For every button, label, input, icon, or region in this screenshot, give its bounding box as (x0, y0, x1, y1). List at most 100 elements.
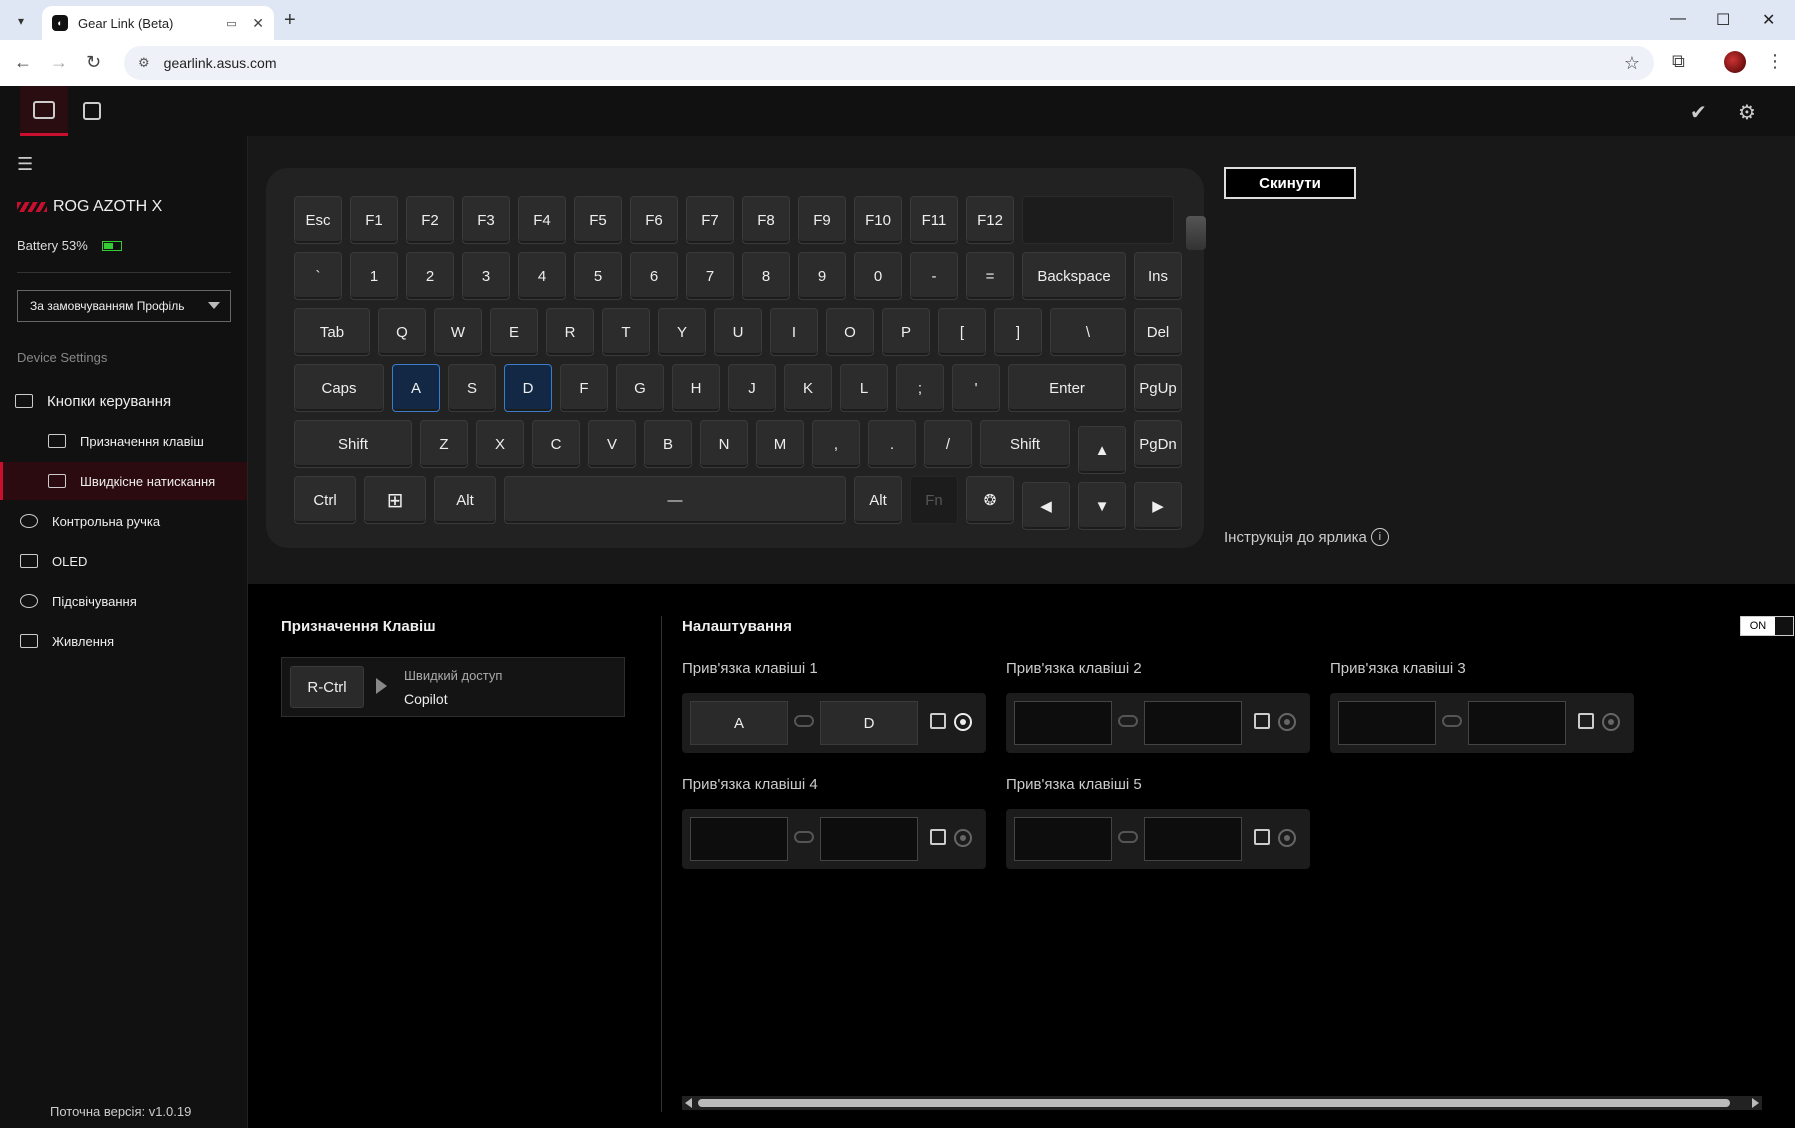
key-pgdn[interactable]: PgDn (1134, 420, 1182, 468)
key-[interactable]: / (924, 420, 972, 468)
key-[interactable]: [ (938, 308, 986, 356)
key-7[interactable]: 7 (686, 252, 734, 300)
extensions-icon[interactable]: ⧉ (1672, 51, 1685, 72)
key-[interactable]: ▶ (1134, 482, 1182, 530)
edit-icon[interactable] (1578, 713, 1594, 729)
key-[interactable]: ` (294, 252, 342, 300)
reset-binding-icon[interactable] (1278, 829, 1296, 847)
key-i[interactable]: I (770, 308, 818, 356)
key-[interactable]: - (910, 252, 958, 300)
browser-menu-icon[interactable]: ⋮ (1766, 51, 1784, 72)
key-f3[interactable]: F3 (462, 196, 510, 244)
horizontal-scrollbar[interactable] (682, 1096, 1762, 1110)
key-0[interactable]: 0 (854, 252, 902, 300)
info-icon[interactable]: i (1370, 528, 1389, 546)
tab-search-icon[interactable]: ▾ (8, 8, 34, 34)
binding-key-a[interactable] (1014, 817, 1112, 861)
key-f[interactable]: F (560, 364, 608, 412)
key-alt[interactable]: Alt (434, 476, 496, 524)
window-close-icon[interactable]: ✕ (1762, 10, 1775, 30)
key-t[interactable]: T (602, 308, 650, 356)
shortcut-instruction[interactable]: Інструкція до ярлика i (1224, 528, 1389, 546)
edit-icon[interactable] (1254, 713, 1270, 729)
key-[interactable]: ] (994, 308, 1042, 356)
key-q[interactable]: Q (378, 308, 426, 356)
reset-button[interactable]: Скинути (1224, 167, 1356, 199)
sidebar-item-knob[interactable]: Контрольна ручка (0, 502, 247, 540)
key-m[interactable]: M (756, 420, 804, 468)
key-ins[interactable]: Ins (1134, 252, 1182, 300)
device-tab[interactable] (20, 86, 68, 136)
key-enter[interactable]: Enter (1008, 364, 1126, 412)
key-s[interactable]: S (448, 364, 496, 412)
key-g[interactable]: G (616, 364, 664, 412)
scroll-thumb[interactable] (698, 1099, 1730, 1107)
profile-avatar[interactable] (1724, 51, 1746, 73)
key-[interactable]: \ (1050, 308, 1126, 356)
control-knob[interactable] (1186, 216, 1206, 250)
key-1[interactable]: 1 (350, 252, 398, 300)
bookmark-star-icon[interactable]: ☆ (1624, 53, 1640, 74)
key-f11[interactable]: F11 (910, 196, 958, 244)
key-[interactable]: ▼ (1078, 482, 1126, 530)
key-f7[interactable]: F7 (686, 196, 734, 244)
windows-key-icon[interactable]: ⊞ (364, 476, 426, 524)
hamburger-menu-icon[interactable]: ☰ (17, 154, 33, 175)
minimize-icon[interactable]: — (1670, 10, 1686, 28)
profile-select[interactable]: За замовчуванням Профіль (17, 290, 231, 322)
address-bar[interactable]: ⚙ gearlink.asus.com ☆ (124, 46, 1654, 80)
key-h[interactable]: H (672, 364, 720, 412)
binding-key-b[interactable]: D (820, 701, 918, 745)
reload-icon[interactable]: ↻ (86, 52, 101, 73)
reset-binding-icon[interactable] (1602, 713, 1620, 731)
key-o[interactable]: O (826, 308, 874, 356)
key-del[interactable]: Del (1134, 308, 1182, 356)
key-3[interactable]: 3 (462, 252, 510, 300)
binding-key-b[interactable] (1468, 701, 1566, 745)
copilot-key-icon[interactable]: ❂ (966, 476, 1014, 524)
new-tab-icon[interactable]: + (284, 9, 296, 32)
assign-entry[interactable]: R-Ctrl Швидкий доступ Copilot (281, 657, 625, 717)
settings-gear-icon[interactable]: ⚙ (1738, 100, 1756, 125)
key-x[interactable]: X (476, 420, 524, 468)
key-caps[interactable]: Caps (294, 364, 384, 412)
key-[interactable]: — (504, 476, 846, 524)
binding-key-b[interactable] (1144, 701, 1242, 745)
maximize-icon[interactable]: ☐ (1716, 10, 1730, 30)
close-icon[interactable]: ✕ (252, 15, 264, 32)
binding-key-a[interactable]: A (690, 701, 788, 745)
update-check-icon[interactable]: ✔ (1690, 100, 1707, 125)
sidebar-item-key-assignment[interactable]: Призначення клавіш (0, 422, 247, 460)
sidebar-item-power[interactable]: Живлення (0, 622, 247, 660)
key-f12[interactable]: F12 (966, 196, 1014, 244)
key-a[interactable]: A (392, 364, 440, 412)
key-r[interactable]: R (546, 308, 594, 356)
key-k[interactable]: K (784, 364, 832, 412)
key-f10[interactable]: F10 (854, 196, 902, 244)
key-f9[interactable]: F9 (798, 196, 846, 244)
key-[interactable]: ▲ (1078, 426, 1126, 474)
key-backspace[interactable]: Backspace (1022, 252, 1126, 300)
binding-key-a[interactable] (1338, 701, 1436, 745)
key-shift[interactable]: Shift (294, 420, 412, 468)
key-[interactable]: . (868, 420, 916, 468)
key-f8[interactable]: F8 (742, 196, 790, 244)
rapid-trigger-toggle[interactable]: ON (1740, 616, 1794, 636)
binding-key-a[interactable] (1014, 701, 1112, 745)
reset-binding-icon[interactable] (954, 713, 972, 731)
key-fn[interactable]: Fn (910, 476, 958, 524)
binding-key-b[interactable] (820, 817, 918, 861)
binding-key-b[interactable] (1144, 817, 1242, 861)
back-icon[interactable]: ← (14, 52, 32, 73)
key-5[interactable]: 5 (574, 252, 622, 300)
key-9[interactable]: 9 (798, 252, 846, 300)
key-f6[interactable]: F6 (630, 196, 678, 244)
key-w[interactable]: W (434, 308, 482, 356)
key-e[interactable]: E (490, 308, 538, 356)
key-4[interactable]: 4 (518, 252, 566, 300)
sidebar-item-controls[interactable]: Кнопки керування (0, 382, 247, 420)
key-[interactable]: ◀ (1022, 482, 1070, 530)
key-j[interactable]: J (728, 364, 776, 412)
key-n[interactable]: N (700, 420, 748, 468)
key-alt[interactable]: Alt (854, 476, 902, 524)
